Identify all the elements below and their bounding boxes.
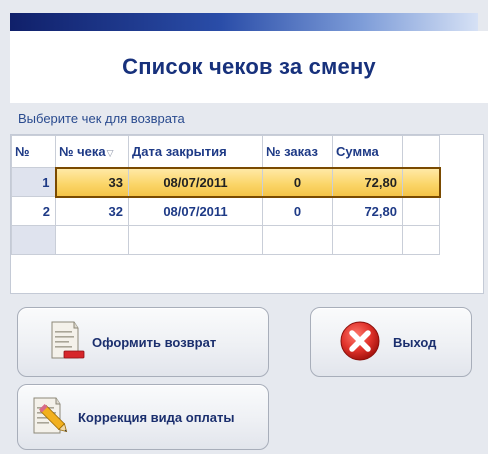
column-header-close-date[interactable]: Дата закрытия — [128, 135, 263, 168]
exit-button-label: Выход — [393, 334, 437, 350]
column-header-sum[interactable]: Сумма — [332, 135, 403, 168]
row-number-cell: 2 — [11, 196, 56, 226]
close-date-cell: 08/07/2011 — [128, 196, 263, 226]
empty-cell — [402, 225, 440, 255]
window-titlebar — [10, 13, 478, 31]
exit-button[interactable]: Выход — [310, 307, 472, 377]
table-new-row[interactable] — [11, 225, 440, 255]
payment-correction-button-label: Коррекция вида оплаты — [78, 409, 235, 425]
check-number-cell: 33 — [54, 166, 129, 198]
row-number-cell: 1 — [11, 167, 56, 197]
checks-grid[interactable]: № № чека▽ Дата закрытия № заказ Сумма 1 … — [10, 134, 484, 294]
sum-cell: 72,80 — [332, 196, 403, 226]
empty-cell — [128, 225, 263, 255]
row-number-cell — [11, 225, 56, 255]
column-header-num[interactable]: № — [11, 135, 56, 168]
order-number-cell: 0 — [262, 166, 333, 198]
column-header-check-number[interactable]: № чека▽ — [55, 135, 129, 168]
column-header-order-number[interactable]: № заказ — [262, 135, 333, 168]
table-row[interactable]: 2 32 08/07/2011 0 72,80 — [11, 196, 440, 226]
header-panel: Список чеков за смену — [10, 31, 488, 103]
return-button[interactable]: Оформить возврат — [17, 307, 269, 377]
sum-cell: 72,80 — [332, 166, 403, 198]
checks-table: № № чека▽ Дата закрытия № заказ Сумма 1 … — [11, 135, 441, 255]
column-header-empty — [402, 135, 440, 168]
red-close-circle-icon — [339, 320, 381, 365]
payment-correction-button[interactable]: Коррекция вида оплаты — [17, 384, 269, 450]
page-title: Список чеков за смену — [122, 54, 376, 79]
instruction-text: Выберите чек для возврата — [18, 111, 185, 126]
check-number-cell: 32 — [55, 196, 129, 226]
receipt-pencil-icon — [28, 393, 74, 442]
close-date-cell: 08/07/2011 — [128, 166, 263, 198]
empty-cell — [55, 225, 129, 255]
empty-cell — [402, 166, 441, 198]
return-button-label: Оформить возврат — [92, 334, 217, 350]
order-number-cell: 0 — [262, 196, 333, 226]
table-row[interactable]: 1 33 08/07/2011 0 72,80 — [11, 166, 441, 198]
empty-cell — [332, 225, 403, 255]
table-header-row: № № чека▽ Дата закрытия № заказ Сумма — [11, 135, 440, 168]
empty-cell — [262, 225, 333, 255]
sort-triangle-icon: ▽ — [106, 147, 114, 158]
empty-cell — [402, 196, 440, 226]
receipt-minus-icon — [44, 318, 88, 367]
